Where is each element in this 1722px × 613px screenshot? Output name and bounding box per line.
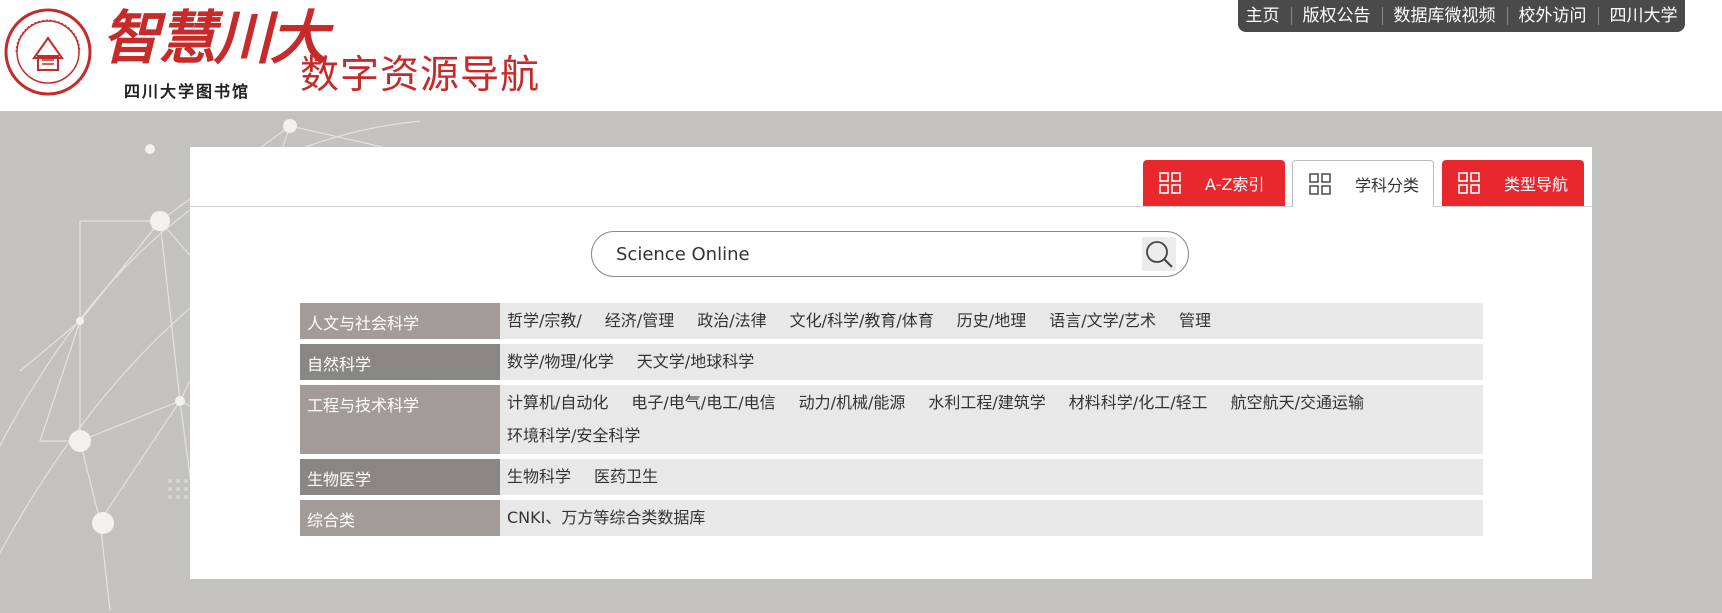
nav-offcampus[interactable]: 校外访问	[1508, 7, 1599, 25]
subject-link[interactable]: 环境科学/安全科学	[507, 424, 640, 447]
library-name: 四川大学图书馆	[124, 82, 251, 101]
subject-link[interactable]: 医药卫生	[594, 465, 658, 488]
subject-link[interactable]: 政治/法律	[697, 309, 766, 332]
tab-label: 类型导航	[1504, 175, 1569, 194]
subject-link[interactable]: 电子/电气/电工/电信	[631, 391, 775, 414]
nav-copyright[interactable]: 版权公告	[1292, 7, 1383, 25]
category-row: 综合类 CNKI、万方等综合类数据库	[300, 500, 1483, 536]
logo-calligraphy: 智慧川大	[102, 4, 328, 72]
category-links: 哲学/宗教/ 经济/管理 政治/法律 文化/科学/教育/体育 历史/地理 语言/…	[500, 303, 1483, 339]
search-input[interactable]	[616, 240, 1136, 268]
subject-link[interactable]: 语言/文学/艺术	[1049, 309, 1156, 332]
search-icon	[1146, 241, 1173, 268]
subject-link[interactable]: 经济/管理	[605, 309, 674, 332]
search-box	[591, 231, 1189, 277]
subject-link[interactable]: 动力/机械/能源	[799, 391, 906, 414]
search-button[interactable]	[1142, 237, 1176, 271]
category-header[interactable]: 工程与技术科学	[300, 385, 500, 454]
main-panel: A-Z索引 学科分类 类型导航 Science Online 人文与社会科学 哲…	[190, 147, 1592, 579]
tab-bar: A-Z索引 学科分类 类型导航	[190, 147, 1592, 207]
tab-label: A-Z索引	[1205, 175, 1265, 194]
category-row: 自然科学 数学/物理/化学 天文学/地球科学	[300, 344, 1483, 380]
nav-videos[interactable]: 数据库微视频	[1383, 7, 1508, 25]
subject-link[interactable]: 水利工程/建筑学	[928, 391, 1045, 414]
subject-category-table: 人文与社会科学 哲学/宗教/ 经济/管理 政治/法律 文化/科学/教育/体育 历…	[300, 303, 1483, 541]
category-header[interactable]: 人文与社会科学	[300, 303, 500, 339]
site-header: 智慧川大 四川大学图书馆 数字资源导航 主页 版权公告 数据库微视频 校外访问 …	[0, 0, 1722, 111]
subject-link[interactable]: 历史/地理	[957, 309, 1026, 332]
category-header[interactable]: 综合类	[300, 500, 500, 536]
top-nav: 主页 版权公告 数据库微视频 校外访问 四川大学	[1238, 0, 1685, 32]
tab-subject-category[interactable]: 学科分类	[1292, 160, 1434, 207]
category-links: 生物科学 医药卫生	[500, 459, 1483, 495]
subject-link[interactable]: 数学/物理/化学	[507, 350, 614, 373]
subject-link[interactable]: 计算机/自动化	[507, 391, 608, 414]
subject-link[interactable]: CNKI、万方等综合类数据库	[507, 506, 705, 529]
category-row: 生物医学 生物科学 医药卫生	[300, 459, 1483, 495]
subject-link[interactable]: 哲学/宗教/	[507, 309, 582, 332]
category-links: 数学/物理/化学 天文学/地球科学	[500, 344, 1483, 380]
category-links: 计算机/自动化 电子/电气/电工/电信 动力/机械/能源 水利工程/建筑学 材料…	[500, 385, 1483, 454]
subject-link[interactable]: 航空航天/交通运输	[1231, 391, 1364, 414]
page-title: 数字资源导航	[300, 53, 541, 98]
category-links: CNKI、万方等综合类数据库	[500, 500, 1483, 536]
subject-link[interactable]: 生物科学	[507, 465, 571, 488]
nav-home[interactable]: 主页	[1235, 7, 1292, 25]
subject-link[interactable]: 天文学/地球科学	[637, 350, 754, 373]
category-header[interactable]: 生物医学	[300, 459, 500, 495]
tab-az-index[interactable]: A-Z索引	[1143, 160, 1285, 206]
grid-icon	[1159, 172, 1181, 194]
category-row: 工程与技术科学 计算机/自动化 电子/电气/电工/电信 动力/机械/能源 水利工…	[300, 385, 1483, 454]
tab-label: 学科分类	[1355, 176, 1420, 195]
category-row: 人文与社会科学 哲学/宗教/ 经济/管理 政治/法律 文化/科学/教育/体育 历…	[300, 303, 1483, 339]
subject-link[interactable]: 文化/科学/教育/体育	[790, 309, 934, 332]
tab-type-navigation[interactable]: 类型导航	[1442, 160, 1584, 206]
nav-scu[interactable]: 四川大学	[1599, 7, 1689, 25]
subject-link[interactable]: 管理	[1179, 309, 1211, 332]
category-header[interactable]: 自然科学	[300, 344, 500, 380]
grid-icon	[1309, 173, 1331, 195]
grid-icon	[1458, 172, 1480, 194]
library-seal-logo[interactable]	[4, 8, 92, 96]
subject-link[interactable]: 材料科学/化工/轻工	[1069, 391, 1208, 414]
